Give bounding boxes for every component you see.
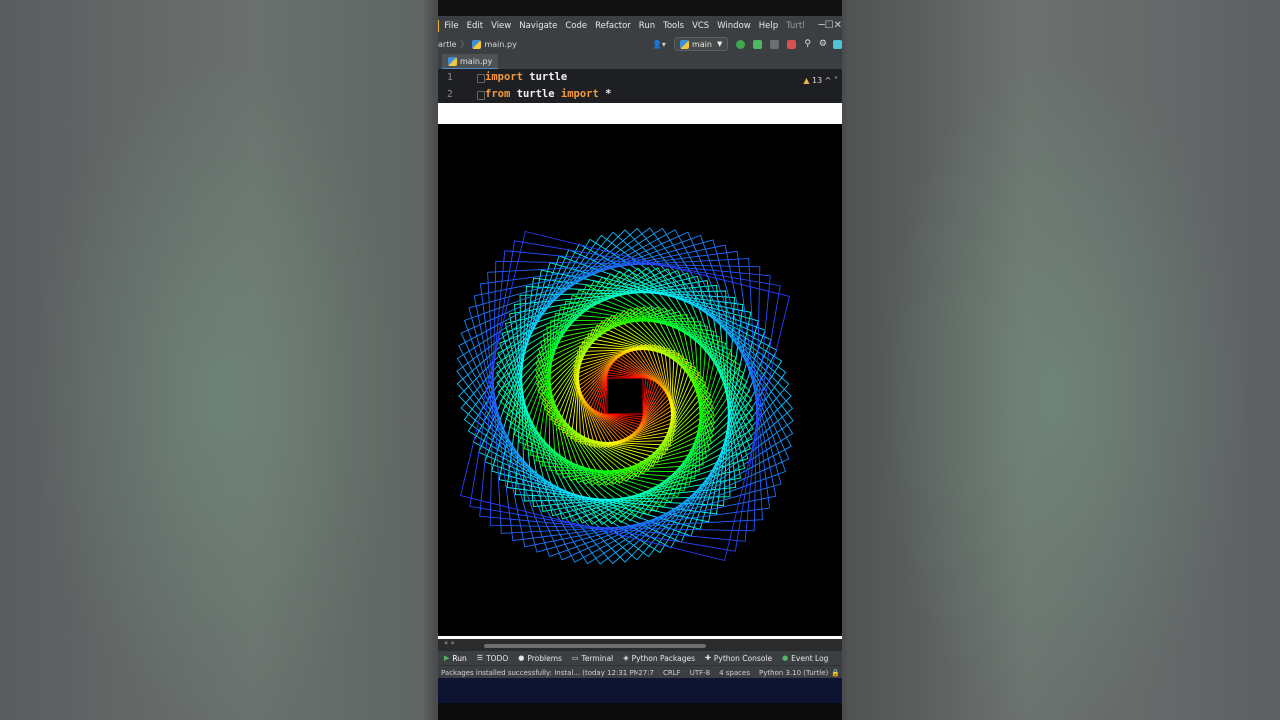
spiral-drawing [456, 227, 794, 565]
menu-navigate[interactable]: Navigate [519, 21, 557, 31]
run-config-dropdown[interactable]: main ▼ [673, 37, 729, 51]
menu-help[interactable]: Help [759, 21, 778, 31]
python-interpreter[interactable]: Python 3.10 (Turtle) [759, 669, 828, 677]
user-icon[interactable]: 👤▾ [652, 40, 666, 49]
event-log-icon: ● [782, 654, 789, 662]
indent-setting[interactable]: 4 spaces [719, 669, 750, 677]
editor-tab-bar: main.py [438, 53, 842, 70]
menu-vcs[interactable]: VCS [692, 21, 709, 31]
plugin-icon[interactable] [833, 39, 842, 49]
line-number: 1 [447, 72, 453, 83]
close-icon[interactable]: ✕ [834, 20, 842, 31]
info-icon: ● [518, 654, 525, 662]
toolwin-python-packages[interactable]: ◈ Python Packages [623, 654, 695, 663]
search-icon[interactable]: ⚲ [804, 39, 811, 49]
python-icon: ✚ [705, 654, 711, 662]
toolwin-todo[interactable]: ☰ TODO [477, 654, 508, 663]
file-encoding[interactable]: UTF-8 [690, 669, 710, 677]
bottom-overlay [438, 678, 842, 703]
chevron-down-icon: ˅ [834, 76, 838, 85]
toolwin-problems[interactable]: ● Problems [518, 654, 562, 663]
stop-icon[interactable] [787, 39, 797, 49]
toolwin-event-log[interactable]: ● Event Log [782, 654, 828, 663]
menu-edit[interactable]: Edit [467, 21, 483, 31]
toolwin-python-console[interactable]: ✚ Python Console [705, 654, 772, 663]
run-config-label: main [691, 39, 712, 49]
menu-view[interactable]: View [491, 21, 511, 31]
debug-icon[interactable] [753, 39, 763, 49]
background-blur-right [842, 0, 1280, 720]
menu-file[interactable]: File [444, 21, 458, 31]
tab-main-py[interactable]: main.py [442, 54, 499, 70]
run-panel-scroll: « » [438, 639, 842, 651]
background-blur-left [0, 0, 438, 720]
top-strip [438, 0, 842, 16]
menu-bar: File Edit View Navigate Code Refactor Ru… [438, 16, 842, 35]
turtle-canvas [438, 124, 842, 636]
maximize-icon[interactable]: ☐ [825, 20, 834, 31]
tool-window-bar: ▶ Run ☰ TODO ● Problems ▭ Terminal ◈ Python P… [438, 651, 842, 665]
coverage-icon[interactable] [770, 39, 780, 49]
breadcrumb-separator-icon: 〉 [460, 39, 469, 49]
status-message[interactable]: Packages installed successfully: Instal.… [441, 669, 638, 677]
code-text: import turtle [485, 71, 568, 83]
spiral-center [611, 382, 639, 410]
tab-label: main.py [460, 56, 493, 66]
bottom-black-bar [438, 703, 842, 720]
menu-tools[interactable]: Tools [663, 21, 684, 31]
python-file-icon [472, 39, 482, 49]
code-line: 1 import turtle ▲ 13 ^ ˅ [438, 69, 842, 86]
turtle-window-titlebar [438, 103, 842, 124]
menu-run[interactable]: Run [639, 21, 655, 31]
breadcrumb-project[interactable]: artle [438, 40, 456, 49]
menu-code[interactable]: Code [565, 21, 587, 31]
horizontal-scrollbar[interactable] [484, 644, 706, 648]
ide-window: File Edit View Navigate Code Refactor Ru… [438, 0, 842, 720]
warning-icon: ▲ [803, 76, 810, 85]
code-text: from turtle import * [485, 88, 612, 100]
settings-gear-icon[interactable]: ⚙ [819, 39, 827, 49]
list-icon: ☰ [476, 654, 484, 662]
python-config-icon [679, 39, 689, 49]
play-icon: ▶ [444, 654, 450, 662]
lock-icon[interactable]: 🔒 [831, 669, 840, 677]
caret-position[interactable]: 27:7 [638, 669, 654, 677]
window-title: Turtl [786, 20, 805, 31]
line-number: 2 [447, 89, 453, 100]
menu-window[interactable]: Window [717, 21, 751, 31]
fold-icon[interactable] [477, 91, 485, 100]
toolwin-terminal[interactable]: ▭ Terminal [572, 654, 613, 663]
status-bar: Packages installed successfully: Instal.… [438, 665, 842, 679]
menu-refactor[interactable]: Refactor [595, 21, 631, 31]
chevron-down-icon: ▼ [716, 40, 723, 48]
chevron-up-icon: ^ [824, 76, 832, 85]
rerun-icon[interactable] [736, 39, 746, 49]
line-separator[interactable]: CRLF [663, 669, 681, 677]
breadcrumb-file[interactable]: main.py [484, 40, 516, 49]
fold-icon[interactable] [477, 74, 485, 83]
toolwin-run[interactable]: ▶ Run [444, 654, 467, 663]
terminal-icon: ▭ [571, 654, 579, 662]
layers-icon: ◈ [623, 654, 629, 662]
code-editor[interactable]: 1 import turtle ▲ 13 ^ ˅ 2 from turtle i… [438, 69, 842, 103]
navigation-bar: artle 〉 main.py 👤▾ main ▼ ⚲ ⚙ [438, 35, 842, 54]
python-file-icon [448, 56, 457, 66]
scroll-arrows-icon[interactable]: « » [444, 639, 455, 647]
code-line: 2 from turtle import * [438, 86, 842, 103]
